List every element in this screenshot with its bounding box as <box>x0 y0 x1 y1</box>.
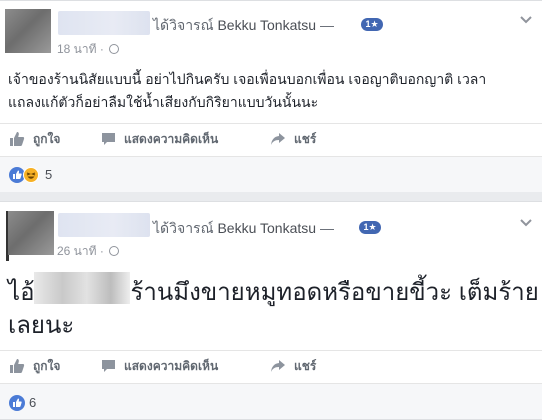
post-body-prefix: ไอ้ <box>8 279 35 306</box>
chevron-down-icon[interactable] <box>520 15 532 25</box>
post-timestamp[interactable]: 26 นาที · <box>57 242 120 261</box>
share-button[interactable]: แชร์ <box>270 351 316 381</box>
like-label[interactable]: ถูกใจ <box>33 130 60 149</box>
review-verb: ได้วิจารณ์ <box>153 220 214 236</box>
post-body: เจ้าของร้านนิสัยแบบนี้ อย่าไปกินครับ เจอ… <box>8 68 486 114</box>
reactions-bar[interactable]: 5 <box>0 156 542 192</box>
comment-icon <box>102 132 115 145</box>
separator: — <box>319 220 334 236</box>
action-bar: ถูกใจ แสดงความคิดเห็น แชร์ <box>0 350 542 382</box>
action-bar: ถูกใจ แสดงความคิดเห็น แชร์ <box>0 123 542 155</box>
reaction-count[interactable]: 5 <box>45 167 52 182</box>
review-post: ได้วิจารณ์ Bekku Tonkatsu — 1★ 18 นาที ·… <box>0 0 542 192</box>
timestamp-text[interactable]: 26 นาที · <box>57 244 104 258</box>
share-icon <box>271 133 285 145</box>
post-body-line: เจ้าของร้านนิสัยแบบนี้ อย่าไปกินครับ เจอ… <box>8 71 487 87</box>
review-header: ได้วิจารณ์ Bekku Tonkatsu — <box>153 218 334 240</box>
chevron-down-icon[interactable] <box>520 218 532 228</box>
avatar[interactable] <box>5 9 51 53</box>
like-reaction-icon <box>9 395 25 411</box>
like-button[interactable]: ถูกใจ <box>9 124 60 154</box>
rating-badge: 1★ <box>361 18 383 31</box>
censored-word <box>34 272 131 304</box>
post-body-rest: ร้านมึงขายหมูทอดหรือขายขี้วะ เต็มร้าย <box>130 279 539 306</box>
reviewer-name-blurred[interactable] <box>58 213 150 237</box>
share-label[interactable]: แชร์ <box>294 130 316 149</box>
comment-button[interactable]: แสดงความคิดเห็น <box>101 351 218 381</box>
like-icon <box>10 359 25 373</box>
comment-label[interactable]: แสดงความคิดเห็น <box>124 130 218 149</box>
review-post: ได้วิจารณ์ Bekku Tonkatsu — 1★ 26 นาที ·… <box>0 201 542 420</box>
share-icon <box>271 360 285 372</box>
share-button[interactable]: แชร์ <box>270 124 316 154</box>
review-verb: ได้วิจารณ์ <box>153 17 214 33</box>
comment-button[interactable]: แสดงความคิดเห็น <box>101 124 218 154</box>
review-header: ได้วิจารณ์ Bekku Tonkatsu — <box>153 15 334 37</box>
post-body-line: เลยนะ <box>8 312 75 339</box>
reactions-bar[interactable]: 6 <box>0 383 542 419</box>
separator: — <box>319 17 334 33</box>
like-label[interactable]: ถูกใจ <box>33 357 60 376</box>
page-name-link[interactable]: Bekku Tonkatsu <box>217 220 316 236</box>
avatar[interactable] <box>8 211 54 255</box>
post-timestamp[interactable]: 18 นาที · <box>57 40 120 59</box>
post-body: ไอ้ ร้านมึงขายหมูทอดหรือขายขี้วะ เต็มร้าย… <box>8 272 539 342</box>
haha-reaction-icon <box>23 167 39 183</box>
post-body-line: ไอ้ ร้านมึงขายหมูทอดหรือขายขี้วะ เต็มร้าย <box>8 272 539 309</box>
like-button[interactable]: ถูกใจ <box>9 351 60 381</box>
reviewer-name-blurred[interactable] <box>58 11 150 35</box>
comment-label[interactable]: แสดงความคิดเห็น <box>124 357 218 376</box>
globe-icon <box>109 246 120 256</box>
share-label[interactable]: แชร์ <box>294 357 316 376</box>
comment-icon <box>102 359 115 372</box>
timestamp-text[interactable]: 18 นาที · <box>57 42 104 56</box>
page-name-link[interactable]: Bekku Tonkatsu <box>217 17 316 33</box>
reaction-count[interactable]: 6 <box>29 395 36 410</box>
like-icon <box>10 132 25 146</box>
post-body-line: แถลงแก้ตัวก็อย่าลืมใช้น้ำเสียงกับกิริยาแ… <box>8 94 319 110</box>
globe-icon <box>109 44 120 54</box>
rating-badge: 1★ <box>359 221 381 234</box>
